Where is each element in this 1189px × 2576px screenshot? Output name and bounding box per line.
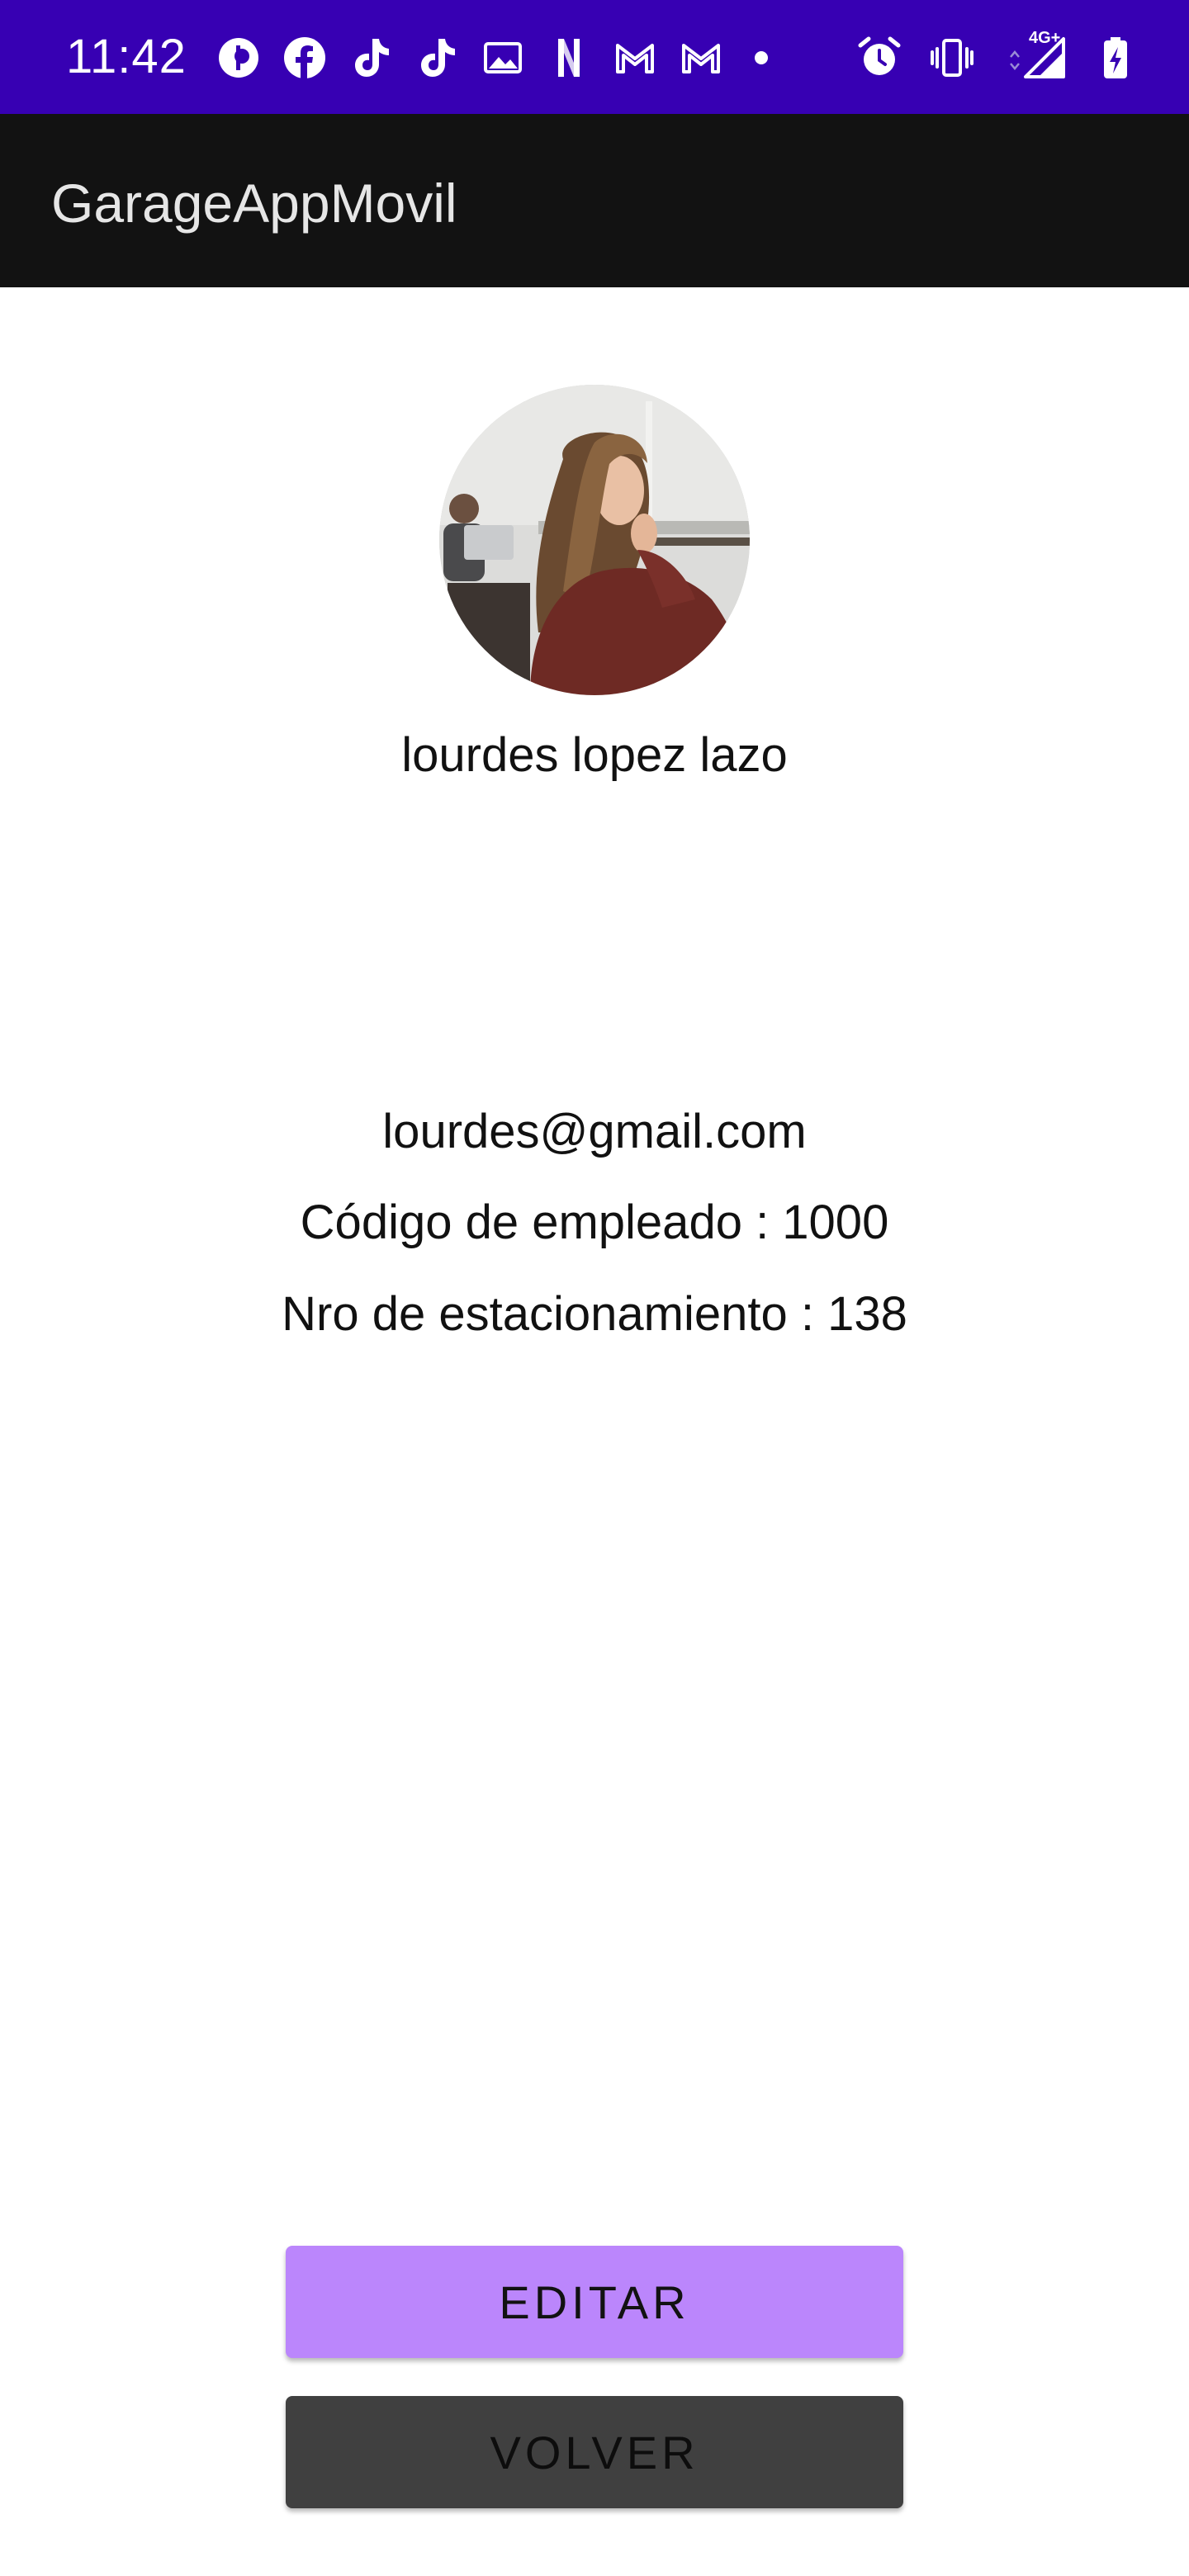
system-icons: 4G+ — [855, 29, 1139, 83]
profile-email: lourdes@gmail.com — [382, 1105, 807, 1158]
profile-avatar — [439, 385, 750, 695]
profile-name: lourdes lopez lazo — [401, 728, 788, 782]
gmail-icon — [677, 34, 725, 82]
facebook-icon — [281, 34, 329, 82]
status-bar: 11:42 4G+ — [0, 0, 1189, 114]
edit-button[interactable]: EDITAR — [286, 2246, 903, 2358]
network-label: 4G+ — [1029, 29, 1061, 47]
parking-number: Nro de estacionamiento : 138 — [282, 1287, 907, 1341]
app-title: GarageAppMovil — [51, 173, 457, 234]
employee-code: Código de empleado : 1000 — [300, 1196, 889, 1249]
app-bar: GarageAppMovil — [0, 114, 1189, 287]
gmail-icon — [611, 34, 659, 82]
avatar-photo — [439, 385, 750, 695]
opera-icon — [215, 34, 263, 82]
alarm-icon — [855, 34, 903, 82]
gallery-icon — [479, 34, 527, 82]
back-button[interactable]: VOLVER — [286, 2396, 903, 2508]
notification-icons — [215, 33, 768, 83]
tiktok-icon — [347, 34, 395, 82]
battery-charging-icon — [1092, 34, 1139, 82]
tiktok-icon — [413, 34, 461, 82]
status-time: 11:42 — [66, 30, 187, 83]
dot-icon — [755, 51, 768, 64]
netflix-icon — [545, 34, 593, 82]
vibrate-icon — [928, 34, 976, 82]
signal-4g-icon: 4G+ — [1001, 29, 1067, 82]
